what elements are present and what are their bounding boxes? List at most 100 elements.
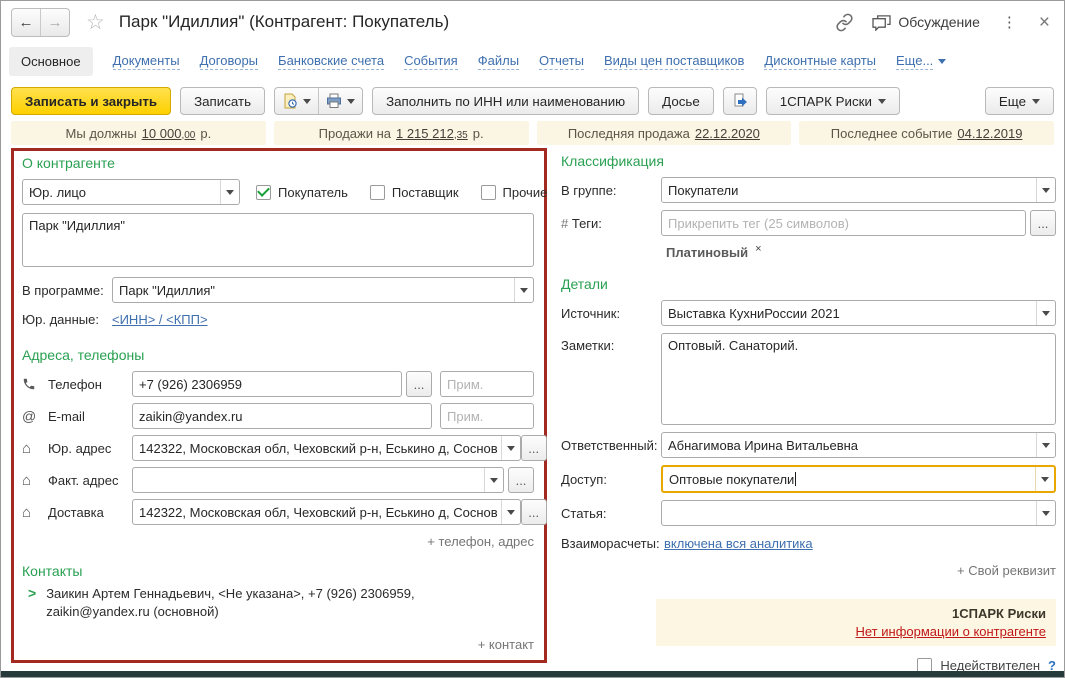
house-icon: ⌂: [22, 503, 32, 521]
source-label: Источник:: [561, 305, 621, 321]
in-program-select[interactable]: Парк "Идиллия": [112, 277, 534, 303]
print-button[interactable]: [318, 88, 362, 114]
responsible-value: Абнагимова Ирина Витальевна: [668, 437, 859, 453]
phone-note-input[interactable]: [440, 371, 534, 397]
house-icon: ⌂: [22, 471, 32, 489]
save-button[interactable]: Записать: [180, 87, 266, 115]
tab-more[interactable]: Еще...: [896, 53, 947, 70]
add-phone-address-link[interactable]: + телефон, адрес: [427, 534, 534, 549]
tab-discount-cards[interactable]: Дисконтные карты: [764, 53, 876, 70]
delivery-address-select[interactable]: 142322, Московская обл, Чеховский р-н, Е…: [132, 499, 521, 525]
access-value: Оптовые покупатели: [669, 471, 795, 487]
status-sales-currency: р.: [472, 125, 484, 141]
tags-ellipsis-button[interactable]: ...: [1030, 210, 1056, 236]
legal-address-ellipsis-button[interactable]: ...: [520, 435, 547, 461]
forward-button[interactable]: →: [41, 9, 69, 36]
group-select[interactable]: Покупатели: [661, 177, 1056, 203]
fill-by-inn-button[interactable]: Заполнить по ИНН или наименованию: [372, 87, 640, 115]
status-sales-label: Продажи на: [318, 125, 391, 141]
counterparty-name-field[interactable]: Парк "Идиллия": [22, 213, 534, 267]
contact-expand-icon[interactable]: >: [28, 585, 36, 601]
save-and-close-button[interactable]: Записать и закрыть: [11, 87, 172, 115]
legal-address-value: 142322, Московская обл, Чеховский р-н, Е…: [139, 440, 498, 456]
window-menu-icon[interactable]: ⋮: [998, 13, 1021, 31]
back-button[interactable]: ←: [12, 8, 41, 36]
source-dropdown[interactable]: [1036, 301, 1055, 325]
spark-risks-box: 1СПАРК Риски Нет информации о контрагент…: [656, 599, 1056, 646]
legal-data-link[interactable]: <ИНН> / <КПП>: [112, 312, 208, 327]
spark-no-info-link[interactable]: Нет информации о контрагенте: [856, 624, 1047, 639]
chevron-down-icon: [1042, 310, 1050, 316]
status-sales-value[interactable]: 1 215 212,35: [396, 126, 468, 141]
status-last-sale-value[interactable]: 22.12.2020: [695, 126, 760, 141]
fact-address-ellipsis-button[interactable]: ...: [508, 467, 534, 493]
settlements-link[interactable]: включена вся аналитика: [664, 536, 813, 551]
email-note-input[interactable]: [440, 403, 534, 429]
discussion-button[interactable]: Обсуждение: [872, 14, 980, 31]
responsible-select[interactable]: Абнагимова Ирина Витальевна: [661, 432, 1056, 458]
checkbox-other[interactable]: Прочие: [480, 184, 547, 200]
tab-supplier-price-types[interactable]: Виды цен поставщиков: [603, 53, 745, 70]
status-last-event-value[interactable]: 04.12.2019: [957, 126, 1022, 141]
checkbox-supplier[interactable]: Поставщик: [369, 184, 459, 200]
tab-reports[interactable]: Отчеты: [539, 53, 584, 70]
email-input[interactable]: [132, 403, 432, 429]
notes-label: Заметки:: [561, 338, 615, 353]
tab-contracts[interactable]: Договоры: [199, 53, 259, 70]
entity-type-select[interactable]: Юр. лицо: [22, 179, 240, 205]
page-title: Парк "Идиллия" (Контрагент: Покупатель): [118, 12, 450, 31]
close-icon[interactable]: ×: [1039, 13, 1050, 32]
legal-address-dropdown[interactable]: [500, 436, 520, 460]
tab-main[interactable]: Основное: [9, 46, 93, 76]
access-select-focused[interactable]: Оптовые покупатели: [661, 465, 1056, 493]
tab-files[interactable]: Файлы: [477, 53, 520, 70]
group-dropdown[interactable]: [1036, 178, 1055, 202]
checkbox-buyer[interactable]: Покупатель: [256, 184, 348, 200]
discussion-label: Обсуждение: [898, 14, 980, 30]
phone-label: Телефон: [48, 376, 102, 392]
create-based-on-button[interactable]: [275, 88, 318, 114]
fact-address-select[interactable]: [132, 467, 504, 493]
toolbar: Записать и закрыть Записать Заполнить по…: [1, 85, 1064, 117]
tab-documents[interactable]: Документы: [112, 53, 180, 70]
article-dropdown[interactable]: [1036, 501, 1055, 525]
article-select[interactable]: [661, 500, 1056, 526]
more-button[interactable]: Еще: [984, 87, 1054, 115]
chevron-down-icon: [1032, 98, 1040, 104]
legal-address-select[interactable]: 142322, Московская обл, Чеховский р-н, Е…: [132, 435, 521, 461]
source-value: Выставка КухниРоссии 2021: [668, 305, 840, 321]
printer-icon: [326, 93, 342, 109]
phone-input[interactable]: [132, 371, 402, 397]
access-dropdown[interactable]: [1035, 467, 1054, 491]
phone-ellipsis-button[interactable]: ...: [406, 371, 432, 397]
spark-risks-button[interactable]: 1СПАРК Риски: [765, 87, 900, 115]
link-icon[interactable]: [835, 13, 854, 32]
source-select[interactable]: Выставка КухниРоссии 2021: [661, 300, 1056, 326]
fact-address-dropdown[interactable]: [484, 468, 503, 492]
responsible-dropdown[interactable]: [1036, 433, 1055, 457]
status-we-owe-value[interactable]: 10 000,00: [142, 126, 196, 141]
delivery-address-dropdown[interactable]: [500, 500, 520, 524]
tag-remove-icon[interactable]: ×: [755, 243, 761, 255]
checkbox-buyer-box: [256, 184, 271, 200]
delivery-address-ellipsis-button[interactable]: ...: [520, 499, 547, 525]
status-sales: Продажи на 1 215 212,35 р.: [273, 121, 529, 145]
app-window: ← → ☆ Парк "Идиллия" (Контрагент: Покупа…: [0, 0, 1065, 678]
tab-bank-accounts[interactable]: Банковские счета: [278, 53, 385, 70]
contact-line[interactable]: Заикин Артем Геннадьевич, <Не указана>, …: [46, 585, 438, 620]
tags-input[interactable]: [661, 210, 1026, 236]
fact-address-label: Факт. адрес: [48, 472, 119, 488]
email-at-icon: @: [22, 408, 37, 424]
entity-type-dropdown[interactable]: [220, 180, 239, 204]
export-document-button[interactable]: [722, 87, 757, 115]
dossier-button[interactable]: Досье: [648, 87, 714, 115]
in-program-label: В программе:: [22, 282, 104, 298]
in-program-dropdown[interactable]: [514, 278, 533, 302]
tab-events[interactable]: События: [404, 53, 458, 70]
favorite-star-icon[interactable]: ☆: [86, 12, 105, 33]
notes-field[interactable]: Оптовый. Санаторий.: [661, 333, 1056, 425]
add-contact-link[interactable]: + контакт: [478, 637, 534, 652]
add-custom-attribute-link[interactable]: + Свой реквизит: [957, 563, 1056, 578]
section-contacts-title: Контакты: [22, 563, 83, 579]
status-we-owe: Мы должны 10 000,00 р.: [11, 121, 266, 145]
